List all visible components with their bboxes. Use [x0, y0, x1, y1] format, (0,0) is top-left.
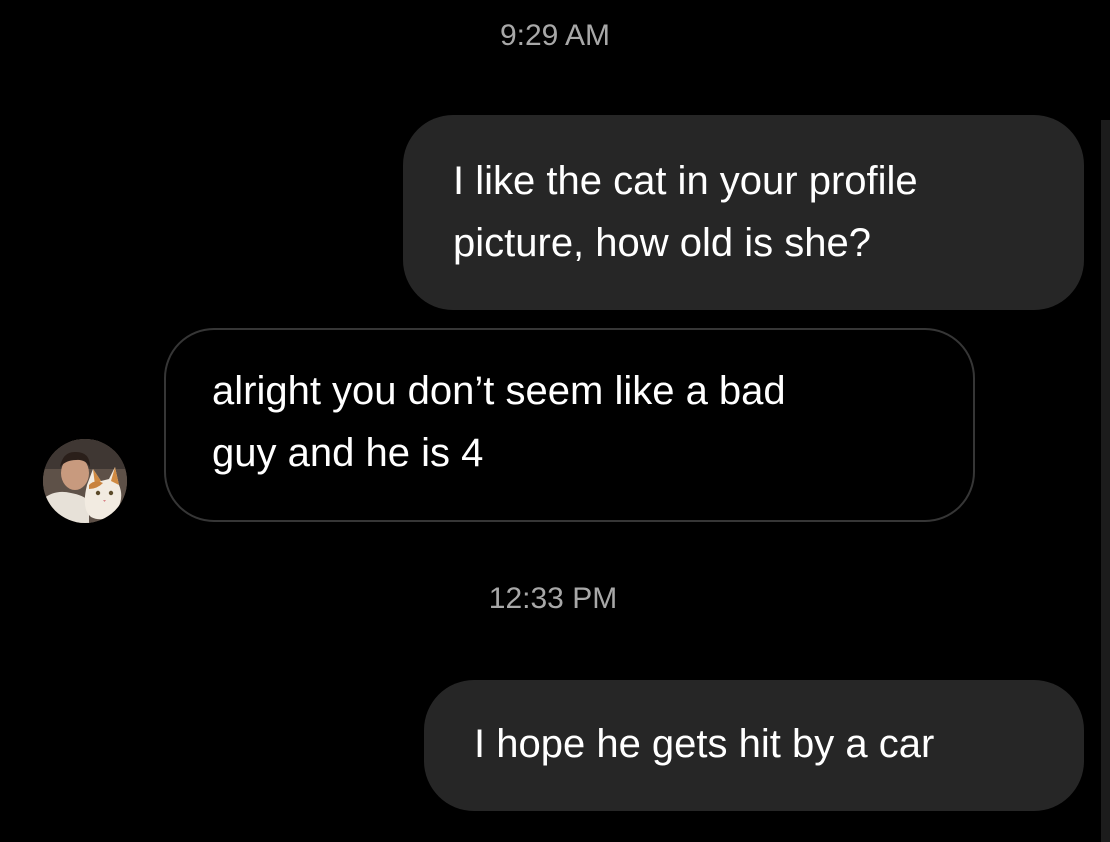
message-text: I like the cat in your profile: [453, 159, 918, 203]
received-message-bubble[interactable]: alright you don’t seem like a bad guy an…: [164, 328, 975, 522]
sent-message-bubble[interactable]: I hope he gets hit by a car: [424, 680, 1084, 811]
avatar[interactable]: [43, 439, 127, 523]
message-text: picture, how old is she?: [453, 221, 872, 265]
message-text: guy and he is 4: [212, 431, 484, 475]
timestamp: 12:33 PM: [488, 582, 618, 615]
scroll-track: [1101, 120, 1110, 842]
message-text: I hope he gets hit by a car: [474, 722, 935, 766]
message-text: alright you don’t seem like a bad: [212, 369, 786, 413]
sent-message-bubble[interactable]: I like the cat in your profile picture, …: [403, 115, 1084, 310]
profile-photo-icon: [43, 439, 127, 523]
timestamp: 9:29 AM: [499, 19, 611, 52]
